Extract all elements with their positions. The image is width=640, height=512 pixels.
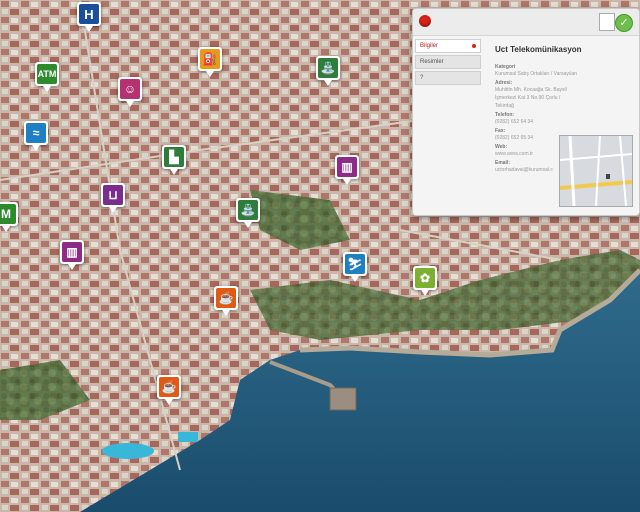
market-pin[interactable]: M [0, 202, 18, 232]
cafe-icon: ☕ [216, 288, 236, 308]
museum-icon: ▥ [337, 157, 357, 177]
restaurant-pin[interactable]: ☕ [157, 375, 181, 405]
shopping-cart-icon: ⊔ [103, 185, 123, 205]
atm-icon: ATM [37, 64, 57, 84]
info-panel: ✓ Bilgiler Resimler ? Uct Telekomünikasy… [412, 8, 640, 216]
skiing-icon: ⛷ [345, 254, 365, 274]
tab-info[interactable]: Bilgiler [415, 39, 481, 53]
tab-help[interactable]: ? [415, 71, 481, 85]
coffee-icon: ☕ [159, 377, 179, 397]
mini-map[interactable] [559, 135, 633, 207]
museum-pin[interactable]: ▥ [335, 155, 359, 185]
fuel-pin[interactable]: ⛽ [198, 47, 222, 77]
shopping-cart-pin[interactable]: ⊔ [101, 183, 125, 213]
museum-pin-2[interactable]: ▥ [60, 240, 84, 270]
fountain-icon: ⛲ [318, 58, 338, 78]
fountain-pin[interactable]: ⛲ [316, 56, 340, 86]
park-pin[interactable]: ✿ [413, 266, 437, 296]
panel-header: ✓ [413, 9, 639, 36]
checkmark-icon[interactable]: ✓ [615, 14, 633, 32]
panel-tabs: Bilgiler Resimler ? [415, 39, 481, 87]
fountain-pin-2[interactable]: ⛲ [236, 198, 260, 228]
field-value: Muhittin Mh. Kocaağa Sk. Baysil İşmerkez… [495, 87, 567, 109]
skiing-pin[interactable]: ⛷ [343, 252, 367, 282]
document-icon[interactable] [599, 13, 615, 31]
close-button[interactable] [419, 15, 431, 27]
park-icon: ✿ [415, 268, 435, 288]
tab-pictures[interactable]: Resimler [415, 55, 481, 69]
factory-icon: ▙ [164, 147, 184, 167]
atm-pin[interactable]: ATM [35, 62, 59, 92]
fountain-icon: ⛲ [238, 200, 258, 220]
field-value: (0282) 652 64 34 [495, 119, 534, 125]
theater-pin[interactable]: ☺ [118, 77, 142, 107]
place-title: Uct Telekomünikasyon [495, 45, 582, 54]
active-dot-icon [472, 44, 476, 48]
factory-pin[interactable]: ▙ [162, 145, 186, 175]
hospital-icon: H [79, 4, 99, 24]
museum-icon: ▥ [62, 242, 82, 262]
field-value: Kurumsal Satış Ortakları / Varsayılan [495, 71, 577, 77]
swimming-pin[interactable]: ≈ [24, 121, 48, 151]
cafe-pin[interactable]: ☕ [214, 286, 238, 316]
fuel-station-icon: ⛽ [200, 49, 220, 69]
market-icon: M [0, 204, 16, 224]
swimming-icon: ≈ [26, 123, 46, 143]
theater-masks-icon: ☺ [120, 79, 140, 99]
hospital-pin[interactable]: H [77, 2, 101, 32]
